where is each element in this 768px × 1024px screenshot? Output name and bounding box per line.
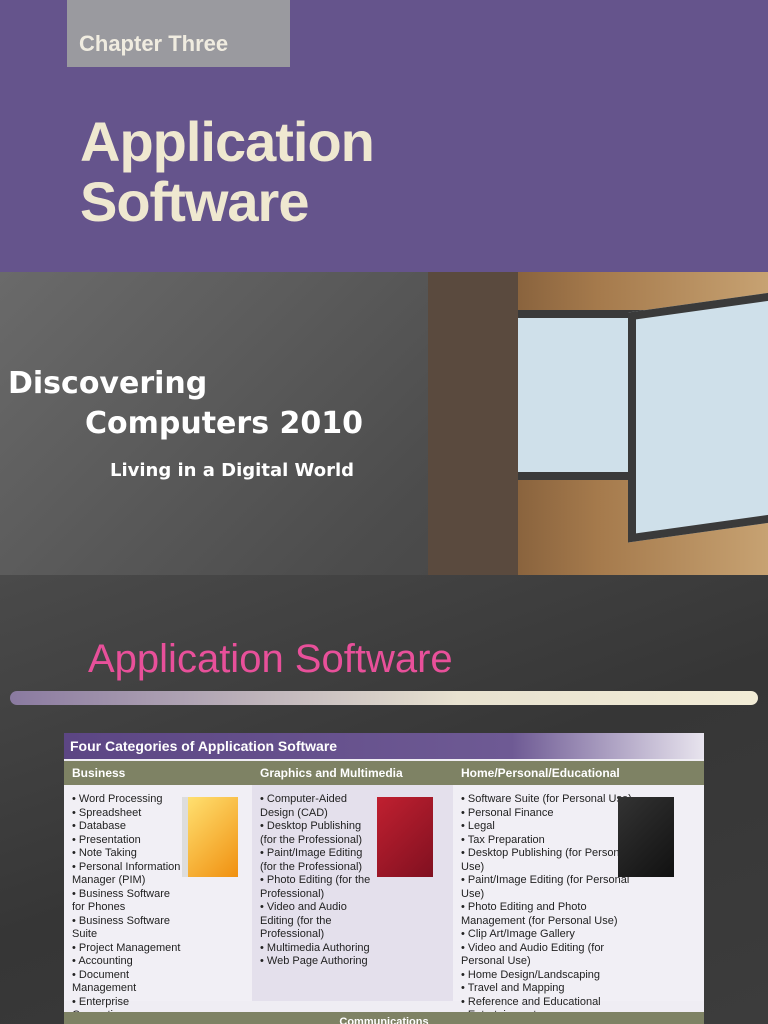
- column-header: Graphics and Multimedia: [252, 761, 453, 785]
- list-item-text: Photo Editing and Photo Management (for …: [461, 901, 618, 927]
- list-item: Document Management: [72, 969, 184, 996]
- content-slide: Application Software Four Categories of …: [0, 575, 768, 1024]
- list-item: Tax Preparation: [461, 834, 633, 848]
- list-item: Home Design/Landscaping: [461, 969, 633, 983]
- list-item: Presentation: [72, 834, 184, 848]
- list-item-text: Computer-Aided Design (CAD): [260, 793, 348, 819]
- list-item: Personal Information Manager (PIM): [72, 861, 184, 888]
- slide-title: Application Software: [88, 637, 453, 681]
- list-item: Business Software Suite: [72, 915, 184, 942]
- office-box-image: [182, 797, 238, 877]
- list-item-text: Video and Audio Editing (for the Profess…: [260, 901, 347, 940]
- list-item-text: Multimedia Authoring: [266, 941, 370, 954]
- slide-title: Application Software: [80, 110, 375, 234]
- list-item: Database: [72, 820, 184, 834]
- list-item: Clip Art/Image Gallery: [461, 928, 633, 942]
- list-item: Software Suite (for Personal Use): [461, 793, 633, 807]
- item-list: Software Suite (for Personal Use)Persona…: [453, 785, 633, 1023]
- list-item: Paint/Image Editing (for Personal Use): [461, 874, 633, 901]
- list-item-text: Reference and Educational: [467, 995, 601, 1008]
- list-item: Business Software for Phones: [72, 888, 184, 915]
- list-item-text: Desktop Publishing (for the Professional…: [260, 820, 363, 846]
- list-item-text: Software Suite (for Personal Use): [467, 793, 632, 805]
- list-item: Spreadsheet: [72, 807, 184, 821]
- title-slide: Chapter Three Application Software Disco…: [0, 0, 768, 575]
- list-item-text: Spreadsheet: [78, 806, 142, 819]
- list-item: Legal: [461, 820, 633, 834]
- figure-heading: Four Categories of Application Software: [64, 733, 704, 759]
- title-line-2: Software: [80, 170, 309, 234]
- list-item-text: Business Software Suite: [72, 914, 171, 941]
- column-header: Home/Personal/Educational: [453, 761, 704, 785]
- list-item: Computer-Aided Design (CAD): [260, 793, 372, 820]
- list-item: Project Management: [72, 942, 184, 956]
- list-item-text: Word Processing: [78, 793, 163, 805]
- column-business: Business Word ProcessingSpreadsheetDatab…: [64, 761, 252, 1021]
- brand-line-2: Computers 2010: [85, 406, 363, 441]
- list-item-text: Travel and Mapping: [467, 982, 565, 994]
- paintshop-box-image: [618, 797, 674, 877]
- list-item: Photo Editing and Photo Management (for …: [461, 901, 633, 928]
- list-item: Desktop Publishing (for the Professional…: [260, 820, 372, 847]
- list-item-text: Note Taking: [78, 847, 137, 859]
- item-list: Computer-Aided Design (CAD)Desktop Publi…: [252, 785, 372, 969]
- column-home: Home/Personal/Educational Software Suite…: [453, 761, 704, 1021]
- list-item-text: Paint/Image Editing (for the Professiona…: [260, 847, 363, 873]
- list-item-text: Accounting: [78, 955, 133, 967]
- list-item: Photo Editing (for the Professional): [260, 874, 372, 901]
- list-item: Accounting: [72, 955, 184, 969]
- list-item: Multimedia Authoring: [260, 942, 372, 956]
- list-item-text: Paint/Image Editing (for Personal Use): [461, 874, 630, 900]
- list-item-text: Personal Information Manager (PIM): [72, 860, 181, 887]
- list-item: Note Taking: [72, 847, 184, 861]
- list-item-text: Personal Finance: [467, 806, 554, 819]
- categories-figure: Four Categories of Application Software …: [64, 733, 704, 1024]
- list-item-text: Legal: [467, 820, 495, 832]
- list-item-text: Desktop Publishing (for Personal Use): [461, 847, 629, 873]
- adobe-box-image: [377, 797, 433, 877]
- chapter-label: Chapter Three: [67, 0, 290, 67]
- title-underline-bar: [10, 691, 758, 705]
- tagline: Living in a Digital World: [110, 460, 355, 481]
- list-item-text: Tax Preparation: [467, 833, 545, 846]
- list-item: Desktop Publishing (for Personal Use): [461, 847, 633, 874]
- list-item: Web Page Authoring: [260, 955, 372, 969]
- list-item-text: Clip Art/Image Gallery: [467, 928, 575, 940]
- list-item: Paint/Image Editing (for the Professiona…: [260, 847, 372, 874]
- communications-header: Communications: [64, 1012, 704, 1024]
- list-item-text: Video and Audio Editing (for Personal Us…: [461, 941, 605, 968]
- title-line-1: Application: [80, 110, 375, 173]
- column-graphics: Graphics and Multimedia Computer-Aided D…: [252, 761, 453, 1001]
- list-item-text: Presentation: [78, 833, 141, 846]
- column-header: Business: [64, 761, 252, 785]
- list-item: Travel and Mapping: [461, 982, 633, 996]
- list-item-text: Photo Editing (for the Professional): [260, 874, 371, 900]
- list-item-text: Database: [78, 820, 127, 832]
- item-list: Word ProcessingSpreadsheetDatabasePresen…: [64, 785, 184, 1023]
- list-item-text: Home Design/Landscaping: [467, 968, 601, 981]
- photo-man-at-monitors: [428, 272, 768, 575]
- list-item-text: Web Page Authoring: [266, 955, 368, 967]
- list-item-text: Business Software for Phones: [72, 887, 171, 914]
- list-item: Word Processing: [72, 793, 184, 807]
- list-item: Reference and Educational: [461, 996, 633, 1010]
- list-item: Video and Audio Editing (for Personal Us…: [461, 942, 633, 969]
- brand-line-1: Discovering: [8, 366, 208, 401]
- list-item: Video and Audio Editing (for the Profess…: [260, 901, 372, 942]
- list-item-text: Project Management: [78, 941, 181, 954]
- list-item: Personal Finance: [461, 807, 633, 821]
- list-item-text: Document Management: [72, 968, 137, 995]
